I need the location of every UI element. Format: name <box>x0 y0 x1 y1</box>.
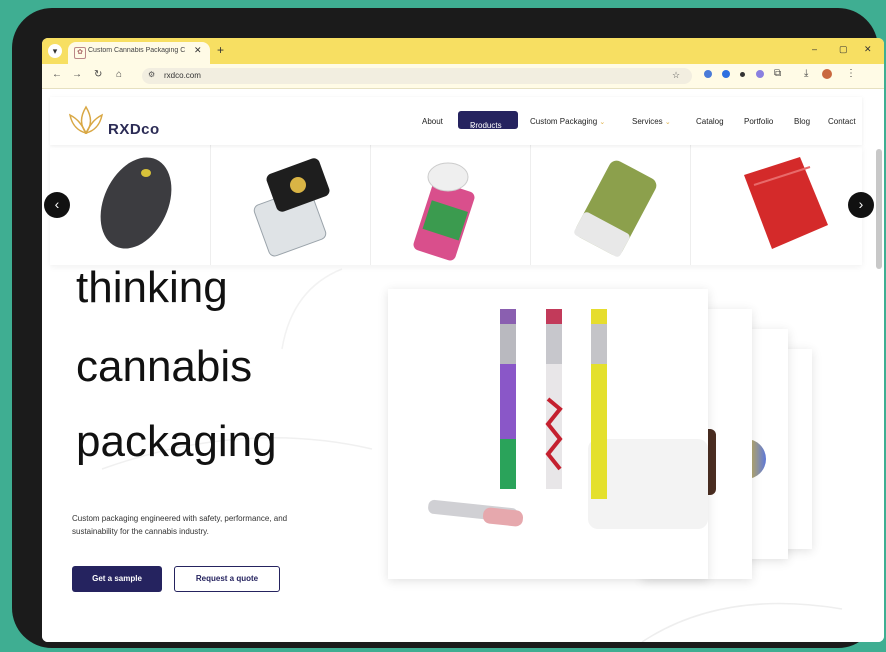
get-a-sample-button[interactable]: Get a sample <box>72 566 162 592</box>
chevron-down-icon: ⌄ <box>664 119 671 126</box>
home-icon[interactable]: ⌂ <box>116 69 122 80</box>
carousel-item[interactable] <box>210 145 371 265</box>
carousel-item[interactable] <box>370 145 531 265</box>
nav-portfolio[interactable]: Portfolio <box>744 117 773 126</box>
nav-products[interactable]: Products ⌄ <box>458 111 518 130</box>
request-a-quote-button[interactable]: Request a quote <box>174 566 280 592</box>
extension-icon[interactable] <box>756 70 764 78</box>
nav-custom-packaging[interactable]: Custom Packaging ⌄ <box>530 117 605 126</box>
rxd-logo-icon[interactable] <box>64 103 108 139</box>
browser-window: ▾ ✿ Custom Cannabis Packaging C ✕ + – ▢ … <box>42 38 884 642</box>
maximize-button[interactable]: ▢ <box>839 44 848 55</box>
slider-tin-icon <box>574 160 657 257</box>
close-window-button[interactable]: ✕ <box>864 44 872 55</box>
url-text: rxdco.com <box>164 71 201 80</box>
carousel-item[interactable] <box>530 145 691 265</box>
back-icon[interactable]: ← <box>52 69 62 80</box>
chevron-right-icon: › <box>858 196 864 212</box>
extension-icon[interactable] <box>722 70 730 78</box>
bookmark-star-icon[interactable]: ☆ <box>672 70 680 81</box>
hero-heading-line-1: thinking <box>76 263 228 312</box>
minimize-button[interactable]: – <box>812 44 817 54</box>
chevron-down-icon: ⌄ <box>470 121 477 130</box>
tab-title: Custom Cannabis Packaging C <box>88 47 186 54</box>
tab-strip: ▾ ✿ Custom Cannabis Packaging C ✕ + – ▢ … <box>42 38 884 64</box>
pop-top-tube-icon <box>413 162 475 261</box>
more-menu-icon[interactable]: ⋮ <box>846 68 856 79</box>
nav-about[interactable]: About <box>422 117 443 126</box>
nav-label: Custom Packaging <box>530 117 598 126</box>
logo-text[interactable]: RXDco <box>108 121 160 138</box>
mylar-bag-icon <box>744 157 828 249</box>
hero-heading-line-3: packaging <box>76 417 277 466</box>
browser-tab[interactable]: ✿ Custom Cannabis Packaging C ✕ <box>68 42 210 64</box>
hero-description: Custom packaging engineered with safety,… <box>72 514 288 536</box>
tab-close-icon[interactable]: ✕ <box>194 45 202 56</box>
tab-search-icon[interactable]: ▾ <box>48 44 62 58</box>
forward-icon[interactable]: → <box>72 69 82 80</box>
new-tab-button[interactable]: + <box>217 43 224 57</box>
site-header: RXDco About Products ⌄ Custom Packaging … <box>50 97 862 145</box>
extensions-puzzle-icon[interactable]: ⧉ <box>774 68 781 79</box>
products-dropdown-carousel <box>50 145 862 265</box>
hero-heading-line-2: cannabis <box>76 342 253 391</box>
carousel-next-button[interactable]: › <box>848 192 874 218</box>
profile-avatar-icon[interactable] <box>822 69 832 79</box>
glass-jar-icon <box>253 158 330 257</box>
chevron-left-icon: ‹ <box>54 196 60 212</box>
favicon-icon: ✿ <box>74 47 86 59</box>
extension-icon[interactable] <box>704 70 712 78</box>
nav-contact[interactable]: Contact <box>828 117 856 126</box>
browser-toolbar: ← → ↻ ⌂ ⚙ rxdco.com ☆ ⧉ ⤓ ⋮ <box>42 64 884 89</box>
nav-blog[interactable]: Blog <box>794 117 810 126</box>
tablet-frame: ▾ ✿ Custom Cannabis Packaging C ✕ + – ▢ … <box>12 8 884 648</box>
reload-icon[interactable]: ↻ <box>94 69 102 80</box>
pebble-vape-battery-icon <box>100 157 172 249</box>
nav-label: Services <box>632 117 663 126</box>
site-info-icon[interactable]: ⚙ <box>148 70 155 79</box>
website-page: thinking cannabis packaging Custom packa… <box>42 89 884 642</box>
nav-catalog[interactable]: Catalog <box>696 117 724 126</box>
chevron-down-icon: ⌄ <box>599 119 606 126</box>
extension-icon[interactable] <box>740 72 745 77</box>
carousel-item[interactable] <box>690 145 850 265</box>
vape-pens-image <box>428 309 607 527</box>
carousel-item[interactable] <box>50 145 211 265</box>
nav-services[interactable]: Services ⌄ <box>632 117 671 126</box>
download-icon[interactable]: ⤓ <box>804 68 808 79</box>
address-bar[interactable]: ⚙ rxdco.com ☆ <box>142 68 692 84</box>
page-scrollbar[interactable] <box>876 149 882 269</box>
hero-product-card <box>388 289 708 579</box>
carousel-prev-button[interactable]: ‹ <box>44 192 70 218</box>
